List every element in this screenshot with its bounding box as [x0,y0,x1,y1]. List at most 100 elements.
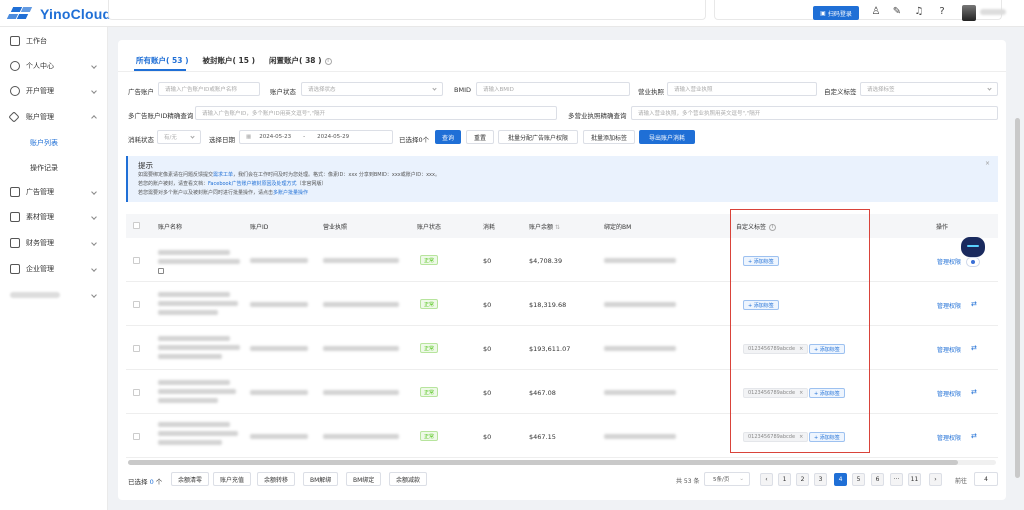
user-icon[interactable]: ♙ [870,6,882,18]
selected-count: 已选择 0 个 [128,476,162,486]
sidebar-item-account-management[interactable]: 账户管理 [0,109,108,125]
sidebar-item-materials[interactable]: 素材管理 [0,209,108,225]
col-operation: 操作 [936,224,949,231]
multi-license-input[interactable]: 请输入营业执照，多个营业执照用英文逗号","隔开 [631,106,998,120]
edit-icon[interactable] [158,268,164,274]
balance-deduct-button[interactable]: 余额减款 [389,472,428,486]
transfer-icon[interactable]: ⇄ [971,432,977,440]
selected-prefix: 已选择 [128,478,148,486]
row-checkbox[interactable] [133,345,140,352]
date-range-picker[interactable]: ▦ 2024-05-23 - 2024-05-29 [239,130,393,144]
account-status-select[interactable]: 请选择状态 [301,82,443,96]
sidebar-item-enterprise[interactable]: 企业管理 [0,261,108,277]
tab-all-accounts[interactable]: 所有账户( 53 ) [136,55,189,66]
next-page-button[interactable]: › [929,473,942,486]
bell-icon[interactable]: ♫ [913,6,925,18]
sidebar-subitem-account-list[interactable]: 账户列表 [30,138,58,148]
account-name-blurred [158,354,222,359]
chevron-down-icon [91,292,97,298]
page-button[interactable]: 3 [814,473,827,486]
tip-line-1: 如需要绑定像素请在问题反馈提交需求工单，我们会在工作时间及时为您处理。格式：像素… [138,171,440,178]
manage-permission-link[interactable]: 管理权限 [937,257,961,266]
consume-status-select[interactable]: 有/无 [157,130,201,144]
manage-permission-link[interactable]: 管理权限 [937,301,961,310]
ad-account-input[interactable]: 请输入广告账户ID或账户名称 [158,82,260,96]
custom-tag-select[interactable]: 请选择标签 [860,82,998,96]
row-checkbox[interactable] [133,433,140,440]
help-icon[interactable]: ? [936,6,948,18]
page-button[interactable]: 2 [796,473,809,486]
date-end: 2024-05-29 [317,134,350,140]
logo[interactable]: YinoCloud [6,6,111,22]
assistant-base-icon[interactable] [966,257,980,267]
scan-login-button[interactable]: ▣ 扫码登录 [813,6,859,20]
horizontal-scrollbar[interactable] [128,460,996,465]
sort-icon[interactable]: ⇅ [555,224,560,231]
account-name-blurred [158,389,236,394]
license-input[interactable]: 请输入营业执照 [667,82,817,96]
batch-tag-button[interactable]: 批量添加标签 [583,130,635,144]
page-button[interactable]: 6 [871,473,884,486]
account-name-blurred [158,301,238,306]
sidebar-item-label: 账户管理 [26,113,54,121]
ticket-link[interactable]: 需求工单 [213,172,233,178]
license-blurred [323,390,399,395]
page-ellipsis[interactable]: ··· [890,473,903,486]
bm-bind-button[interactable]: BM绑定 [346,472,382,486]
transfer-icon[interactable]: ⇄ [971,388,977,396]
bm-unbind-button[interactable]: BM解绑 [303,472,339,486]
bmid-input[interactable]: 请输入BMID [476,82,630,96]
image-icon [10,212,20,222]
account-status-label: 账户状态 [270,88,296,96]
avatar[interactable] [962,5,976,21]
sidebar-subitem-operation-log[interactable]: 操作记录 [30,163,58,173]
page-button[interactable]: 11 [908,473,921,486]
tab-divider [118,71,1006,72]
goto-page-input[interactable]: 4 [974,472,998,486]
row-checkbox[interactable] [133,257,140,264]
manage-permission-link[interactable]: 管理权限 [937,345,961,354]
chevron-down-icon [91,88,97,94]
transfer-icon[interactable]: ⇄ [971,344,977,352]
prev-page-button[interactable]: ‹ [760,473,773,486]
row-checkbox[interactable] [133,301,140,308]
assistant-robot-icon[interactable] [961,237,985,257]
balance-transfer-button[interactable]: 余额转移 [257,472,296,486]
multi-id-input[interactable]: 请输入广告账户ID，多个账户ID用英文逗号","隔开 [195,106,557,120]
info-icon[interactable]: i [324,57,332,65]
edit-icon[interactable]: ✎ [891,6,903,18]
sidebar-item-blurred[interactable] [0,287,108,303]
page-size-select[interactable]: 5条/页 ⌄ [704,472,750,486]
sidebar-item-personal[interactable]: 个人中心 [0,58,108,74]
sidebar-item-open-account[interactable]: 开户管理 [0,83,108,99]
export-consumption-button[interactable]: 导出账户消耗 [639,130,695,144]
page-button[interactable]: 1 [778,473,791,486]
balance-value: $467.15 [529,433,556,441]
manage-permission-link[interactable]: 管理权限 [937,389,961,398]
search-button[interactable]: 查询 [435,130,461,144]
vertical-scrollbar[interactable] [1015,118,1020,478]
batch-assign-button[interactable]: 批量分配广告账户权限 [498,130,578,144]
chevron-down-icon [91,63,97,69]
account-name-blurred [158,310,218,315]
tab-banned-accounts[interactable]: 被封账户( 15 ) [203,55,256,66]
sidebar-item-workbench[interactable]: 工作台 [0,33,108,49]
clear-balance-button[interactable]: 余额清零 [171,472,210,486]
page-button-current[interactable]: 4 [834,473,847,486]
batch-operation-link[interactable]: 多账户批量操作 [273,190,308,196]
date-start: 2024-05-23 [259,134,292,140]
recharge-button[interactable]: 账户充值 [213,472,252,486]
page-button[interactable]: 5 [852,473,865,486]
ban-doc-link[interactable]: Facebook广告账户被封原因及处理方式 [208,181,297,187]
close-icon[interactable]: × [985,160,990,167]
reset-button[interactable]: 重置 [466,130,494,144]
row-checkbox[interactable] [133,389,140,396]
sidebar-item-label: 财务管理 [26,239,54,247]
sidebar-item-finance[interactable]: 财务管理 [0,235,108,251]
user-name-blurred[interactable] [980,9,1006,15]
transfer-icon[interactable]: ⇄ [971,300,977,308]
sidebar-item-ads[interactable]: 广告管理 [0,184,108,200]
select-all-checkbox[interactable] [133,222,140,229]
manage-permission-link[interactable]: 管理权限 [937,433,961,442]
tab-idle-accounts[interactable]: 闲置账户( 38 ) i [269,55,332,66]
